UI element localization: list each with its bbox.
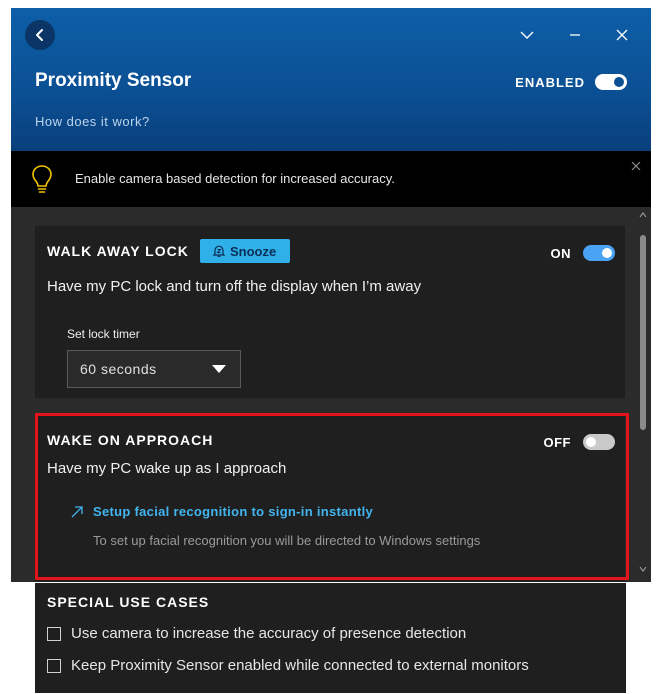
banner-text: Enable camera based detection for increa… bbox=[75, 171, 395, 186]
lock-timer-dropdown[interactable]: 60 seconds bbox=[67, 350, 241, 388]
close-icon bbox=[616, 29, 628, 41]
lock-timer-label: Set lock timer bbox=[67, 327, 140, 341]
chevron-down-icon bbox=[520, 31, 534, 39]
lightbulb-icon bbox=[32, 165, 52, 193]
setup-link-label: Setup facial recognition to sign-in inst… bbox=[93, 504, 374, 519]
page-title: Proximity Sensor bbox=[35, 70, 192, 91]
wake-toggle-group: OFF bbox=[543, 434, 615, 450]
snooze-bell-icon bbox=[212, 245, 226, 257]
collapse-button[interactable] bbox=[514, 22, 540, 48]
minimize-icon bbox=[570, 34, 580, 36]
walk-away-description: Have my PC lock and turn off the display… bbox=[47, 278, 422, 295]
option-label: Use camera to increase the accuracy of p… bbox=[71, 625, 467, 642]
setup-note: To set up facial recognition you will be… bbox=[93, 533, 481, 548]
proximity-sensor-window: Proximity Sensor How does it work? ENABL… bbox=[11, 8, 651, 582]
walk-away-lock-title: WALK AWAY LOCK bbox=[47, 243, 189, 259]
info-banner: Enable camera based detection for increa… bbox=[11, 151, 651, 207]
option-camera-accuracy[interactable]: Use camera to increase the accuracy of p… bbox=[47, 625, 466, 642]
toggle-knob bbox=[614, 77, 624, 87]
enabled-toggle[interactable] bbox=[595, 74, 627, 90]
special-use-cases-card: SPECIAL USE CASES Use camera to increase… bbox=[35, 583, 626, 693]
snooze-button[interactable]: Snooze bbox=[200, 239, 291, 263]
wake-on-approach-title: WAKE ON APPROACH bbox=[47, 432, 214, 448]
toggle-knob bbox=[586, 437, 596, 447]
toggle-knob bbox=[602, 248, 612, 258]
snooze-label: Snooze bbox=[230, 243, 277, 259]
minimize-button[interactable] bbox=[562, 22, 588, 48]
enabled-label: ENABLED bbox=[515, 74, 585, 90]
walk-away-state-label: ON bbox=[550, 245, 571, 261]
walk-away-lock-card: WALK AWAY LOCK Snooze ON Have my PC lock… bbox=[35, 226, 625, 398]
wake-state-label: OFF bbox=[543, 434, 571, 450]
caret-down-icon bbox=[212, 365, 226, 373]
enabled-toggle-group: ENABLED bbox=[515, 74, 627, 90]
option-external-monitors[interactable]: Keep Proximity Sensor enabled while conn… bbox=[47, 657, 529, 674]
how-does-it-work-link[interactable]: How does it work? bbox=[35, 114, 150, 129]
lock-timer-value: 60 seconds bbox=[80, 361, 157, 377]
walk-away-toggle-group: ON bbox=[550, 245, 615, 261]
checkbox[interactable] bbox=[47, 658, 61, 673]
chevron-left-icon bbox=[36, 29, 43, 41]
checkbox[interactable] bbox=[47, 626, 61, 641]
scroll-up-icon[interactable] bbox=[639, 211, 647, 219]
option-label: Keep Proximity Sensor enabled while conn… bbox=[71, 657, 529, 674]
scroll-down-icon[interactable] bbox=[639, 565, 647, 573]
scrollbar[interactable] bbox=[635, 207, 651, 582]
close-button[interactable] bbox=[609, 22, 635, 48]
wake-description: Have my PC wake up as I approach bbox=[47, 460, 287, 477]
wake-toggle[interactable] bbox=[583, 434, 615, 450]
wake-on-approach-card: WAKE ON APPROACH OFF Have my PC wake up … bbox=[35, 413, 625, 582]
walk-away-toggle[interactable] bbox=[583, 245, 615, 261]
setup-facial-recognition-link[interactable]: Setup facial recognition to sign-in inst… bbox=[71, 504, 373, 519]
header: Proximity Sensor How does it work? ENABL… bbox=[11, 8, 651, 151]
scrollbar-thumb[interactable] bbox=[640, 235, 646, 430]
special-use-cases-title: SPECIAL USE CASES bbox=[47, 594, 210, 610]
external-link-arrow-icon bbox=[71, 505, 83, 517]
back-button[interactable] bbox=[25, 20, 55, 50]
close-icon[interactable] bbox=[631, 161, 641, 171]
